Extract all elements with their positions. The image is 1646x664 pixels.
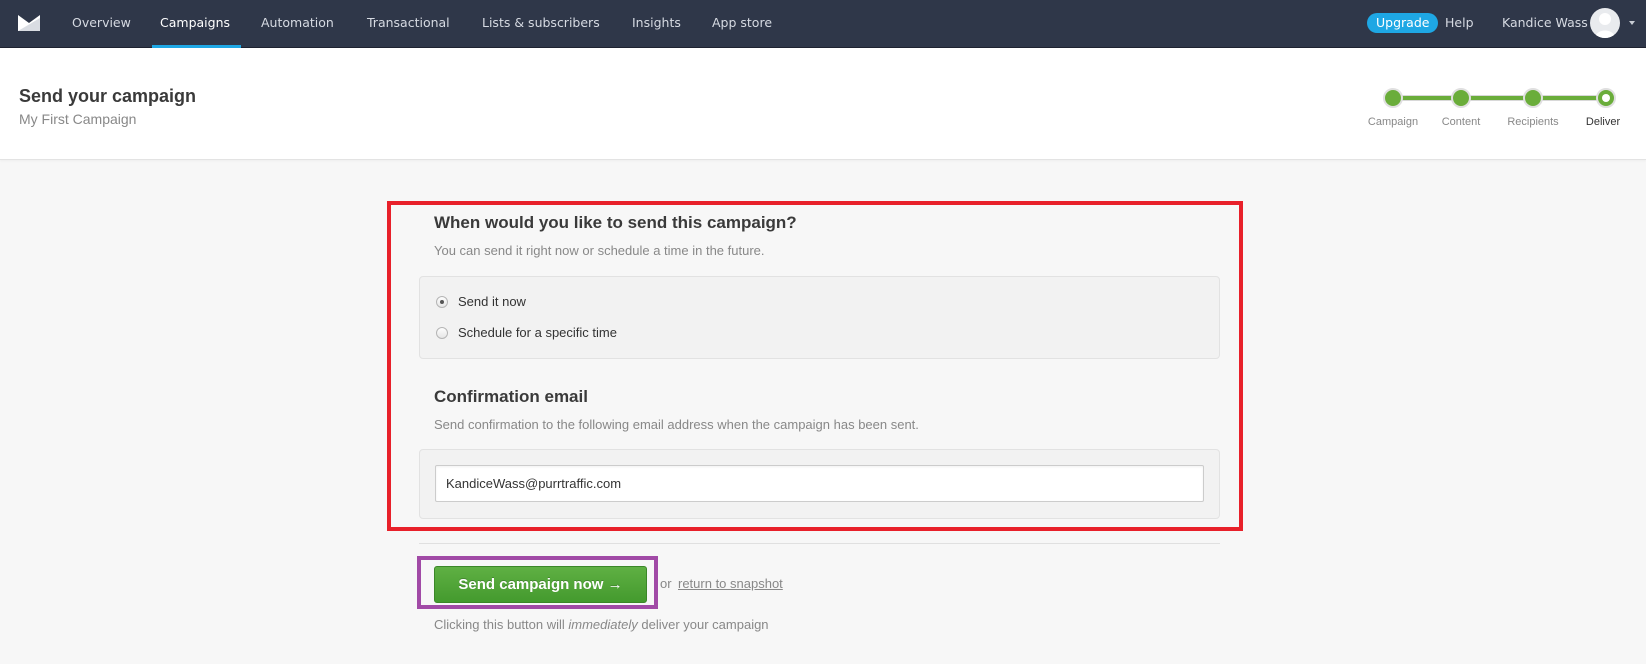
nav-insights[interactable]: Insights — [632, 0, 681, 47]
nav-lists-subscribers[interactable]: Lists & subscribers — [482, 0, 600, 47]
schedule-section-title: When would you like to send this campaig… — [434, 213, 797, 232]
send-now-label[interactable]: Send it now — [458, 294, 526, 309]
note-prefix: Clicking this button will — [434, 617, 569, 632]
mailer-logo-icon[interactable] — [18, 15, 40, 31]
step-dot-content[interactable] — [1451, 88, 1471, 108]
nav-automation[interactable]: Automation — [261, 0, 334, 47]
step-label-content[interactable]: Content — [1442, 116, 1481, 128]
step-dot-campaign[interactable] — [1383, 88, 1403, 108]
or-text: or — [660, 576, 672, 591]
form-divider — [419, 543, 1220, 544]
upgrade-button[interactable]: Upgrade — [1367, 13, 1439, 33]
user-name[interactable]: Kandice Wass — [1502, 0, 1588, 46]
schedule-radio[interactable] — [436, 326, 448, 339]
note-suffix: deliver your campaign — [637, 617, 769, 632]
schedule-section-description: You can send it right now or schedule a … — [434, 243, 765, 258]
send-options-well: Send it now Schedule for a specific time — [419, 276, 1220, 359]
stepper-track — [1393, 95, 1603, 101]
send-now-radio[interactable] — [436, 295, 448, 308]
schedule-label[interactable]: Schedule for a specific time — [458, 325, 617, 340]
send-campaign-now-button[interactable]: Send campaign now → — [434, 566, 647, 603]
return-to-snapshot-link[interactable]: return to snapshot — [678, 576, 783, 591]
user-silhouette-icon — [1595, 13, 1615, 38]
step-label-deliver: Deliver — [1585, 116, 1621, 128]
page-title: Send your campaign — [19, 86, 197, 106]
step-label-campaign[interactable]: Campaign — [1368, 116, 1418, 128]
step-dot-recipients[interactable] — [1523, 88, 1543, 108]
help-link[interactable]: Help — [1445, 0, 1474, 46]
confirmation-section-title: Confirmation email — [434, 387, 588, 406]
note-emphasis: immediately — [568, 617, 638, 632]
send-warning-note: Clicking this button will immediately de… — [434, 617, 769, 632]
step-dot-deliver — [1596, 88, 1616, 108]
campaign-name: My First Campaign — [19, 111, 137, 127]
confirmation-email-well — [419, 449, 1220, 519]
confirmation-email-input[interactable] — [435, 465, 1204, 502]
nav-overview[interactable]: Overview — [72, 0, 131, 47]
progress-stepper: Campaign Content Recipients Deliver — [1360, 87, 1621, 128]
top-navigation: Overview Campaigns Automation Transactio… — [0, 0, 1646, 48]
user-menu-chevron-down-icon[interactable] — [1629, 21, 1635, 25]
user-avatar[interactable] — [1590, 8, 1620, 38]
schedule-option[interactable]: Schedule for a specific time — [436, 325, 617, 340]
nav-app-store[interactable]: App store — [712, 0, 772, 47]
send-now-option[interactable]: Send it now — [436, 294, 526, 309]
step-label-recipients[interactable]: Recipients — [1507, 116, 1558, 128]
nav-transactional[interactable]: Transactional — [367, 0, 450, 47]
nav-campaigns[interactable]: Campaigns — [160, 0, 230, 47]
confirmation-section-description: Send confirmation to the following email… — [434, 417, 919, 432]
